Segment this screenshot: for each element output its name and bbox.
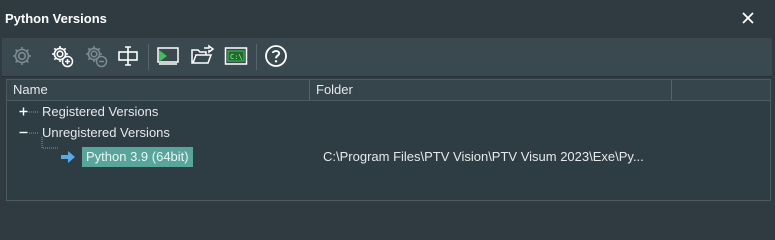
python-versions-tree[interactable]: Name Folder Registered Versions Unregist… — [6, 79, 771, 201]
svg-text:C:\: C:\ — [230, 53, 243, 61]
expand-icon[interactable] — [19, 107, 28, 116]
column-header-name[interactable]: Name — [7, 80, 309, 100]
toolbar-separator — [256, 44, 257, 70]
tree-node-registered[interactable]: Registered Versions — [7, 102, 770, 123]
toolbar: C:\ — [2, 38, 772, 77]
gear-icon[interactable] — [10, 44, 34, 68]
gear-add-icon[interactable] — [50, 44, 74, 68]
help-icon[interactable] — [264, 44, 288, 68]
folder-path: C:\Program Files\PTV Vision\PTV Visum 20… — [323, 149, 644, 164]
column-header-folder[interactable]: Folder — [310, 80, 670, 100]
tree-node-python39[interactable]: Python 3.9 (64bit) C:\Program Files\PTV … — [7, 137, 770, 168]
tree-connector — [41, 137, 59, 149]
text-cursor-icon[interactable] — [116, 44, 140, 68]
tree-node-label[interactable]: Unregistered Versions — [42, 125, 170, 140]
collapse-icon[interactable] — [19, 128, 28, 137]
dialog-title: Python Versions — [5, 11, 107, 26]
run-screen-icon[interactable] — [156, 44, 180, 68]
title-bar: Python Versions — [0, 0, 775, 38]
tree-node-unregistered[interactable]: Unregistered Versions — [7, 123, 770, 144]
tree-connector — [29, 132, 39, 134]
tree-node-label-selected[interactable]: Python 3.9 (64bit) — [82, 147, 193, 167]
python-versions-dialog: Python Versions C:\ Name Folder Register… — [0, 0, 775, 208]
open-folder-icon[interactable] — [190, 44, 214, 68]
console-icon[interactable]: C:\ — [224, 44, 248, 68]
tree-header: Name Folder — [7, 80, 770, 101]
tree-connector — [29, 111, 39, 113]
column-divider[interactable] — [671, 80, 672, 100]
tree-node-label[interactable]: Registered Versions — [42, 104, 158, 119]
toolbar-separator — [148, 44, 149, 70]
arrow-right-icon — [61, 151, 75, 163]
gear-remove-icon[interactable] — [84, 44, 108, 68]
close-icon[interactable] — [738, 8, 758, 28]
